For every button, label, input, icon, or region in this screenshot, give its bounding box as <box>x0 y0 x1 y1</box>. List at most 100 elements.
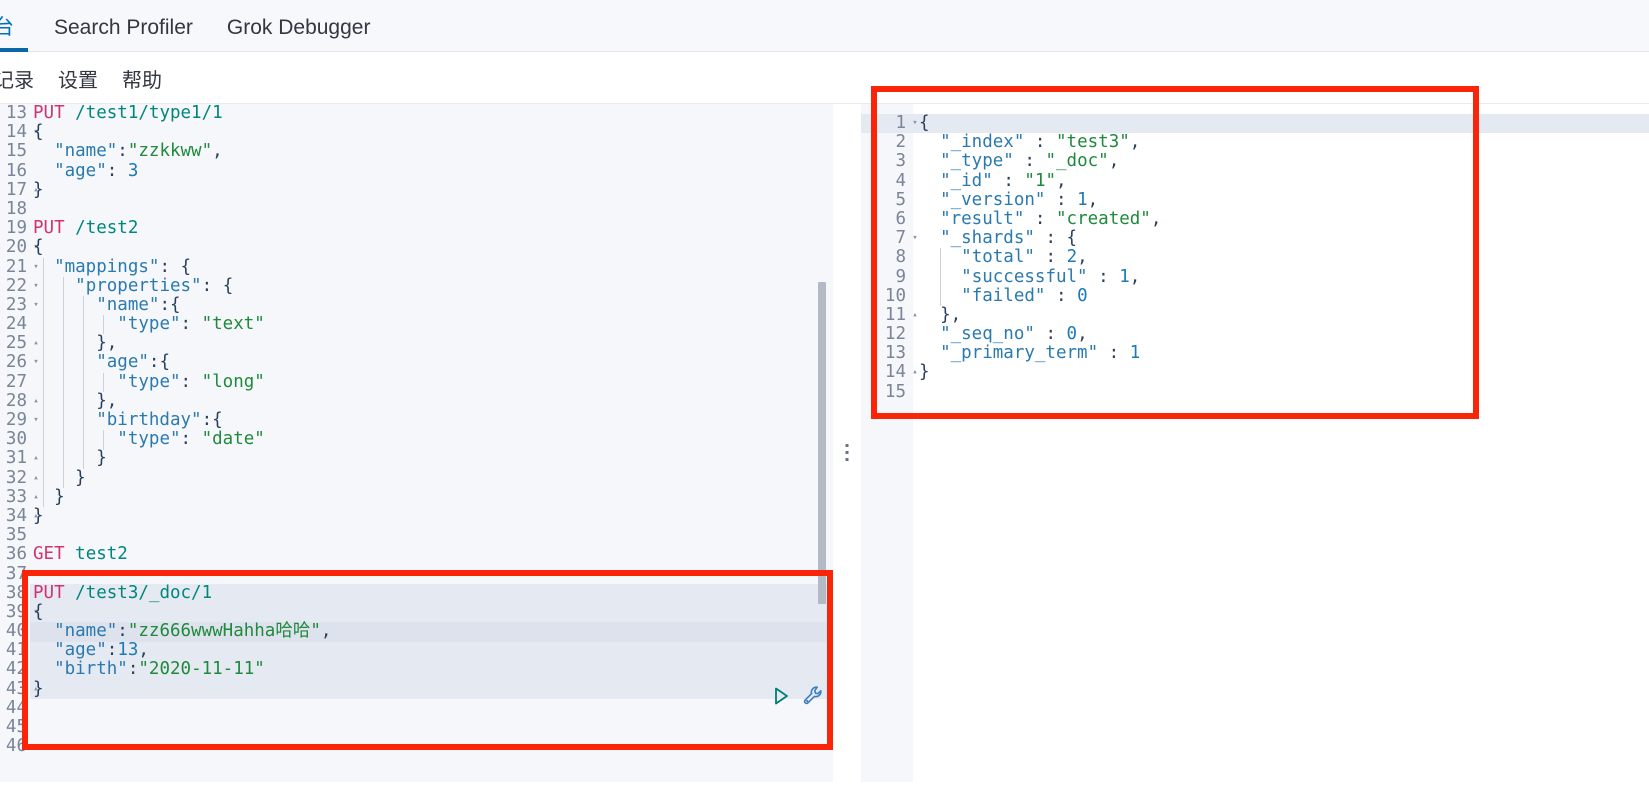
line-number: 4 <box>895 170 906 191</box>
line-number: 46 <box>5 736 27 757</box>
line-number: 21 ▾ <box>0 257 39 277</box>
menu-item-settings[interactable]: 设置 <box>58 64 98 93</box>
line-number: 14 ▴ <box>861 363 918 382</box>
code-line: "birth":"2020-11-11" <box>54 659 265 680</box>
console-menu-list: 史记录 设置 帮助 <box>0 52 1649 104</box>
line-number: 45 <box>5 717 27 737</box>
play-icon[interactable] <box>770 685 792 707</box>
line-number: 12 <box>884 324 906 345</box>
request-code-body[interactable]: PUT /test1/type1/1{ "name":"zzkkww", "ag… <box>33 104 833 786</box>
code-line: "properties": { <box>75 275 234 296</box>
code-line: "failed" : 0 <box>961 285 1088 306</box>
line-number: 32 ▴ <box>0 468 39 488</box>
code-line: }, <box>96 333 118 354</box>
line-number: 17 ▴ <box>0 180 39 200</box>
code-line: } <box>33 179 44 200</box>
response-code-body[interactable]: { "_index" : "test3", "_type" : "_doc", … <box>919 113 1649 402</box>
code-line: "_type" : "_doc", <box>940 151 1120 172</box>
code-line: }, <box>940 304 962 325</box>
line-number: 5 <box>895 189 906 210</box>
code-line: "name":"zzkkww", <box>54 141 223 162</box>
code-line: } <box>75 467 86 488</box>
code-line: "mappings": { <box>54 256 192 277</box>
response-line-number-gutter: 1 ▾ 2 3 4 5 6 7 ▾ 8 9 10 11 ▴ 12 13 14 ▴ 15 <box>861 113 918 402</box>
code-line: { <box>33 237 44 258</box>
indent-guide <box>63 276 64 488</box>
line-number: 22 ▾ <box>0 276 39 296</box>
request-line-number-gutter: 13 14 ▾ 15 16 17 ▴ 18 19 20 ▾ 21 ▾ 22 ▾ 23 ▾ 24 25 ▴ 26 ▾ 27 28… <box>0 104 39 786</box>
code-line: "result" : "created", <box>940 208 1162 229</box>
line-number: 27 <box>5 371 27 392</box>
line-number: 9 <box>895 266 906 287</box>
code-line: }, <box>96 390 118 411</box>
line-number: 23 ▾ <box>0 295 39 315</box>
grip-dot <box>845 451 849 454</box>
line-number: 16 <box>5 160 27 181</box>
code-line: "_id" : "1", <box>940 170 1067 191</box>
tab-grok-debugger[interactable]: Grok Debugger <box>227 17 393 52</box>
menu-item-history[interactable]: 史记录 <box>0 64 34 93</box>
tab-search-profiler[interactable]: Search Profiler <box>54 17 215 52</box>
code-line: "age":13, <box>54 640 149 661</box>
code-line: "type": "text" <box>117 314 265 335</box>
code-line: { <box>919 113 930 133</box>
line-number: 30 <box>5 429 27 450</box>
code-line: "_seq_no" : 0, <box>940 324 1088 345</box>
code-line: PUT /test2 <box>33 218 139 239</box>
code-line: } <box>33 505 44 526</box>
code-line: "birthday":{ <box>96 410 223 430</box>
code-line: "type": "long" <box>117 371 265 392</box>
code-line: PUT /test1/type1/1 <box>33 104 223 123</box>
tab-list: 制台 Search Profiler Grok Debugger <box>0 0 1649 53</box>
tab-console[interactable]: 制台 <box>0 16 42 53</box>
code-line: "_index" : "test3", <box>940 132 1141 153</box>
line-number: 2 <box>895 132 906 153</box>
line-number: 8 <box>895 247 906 268</box>
code-line: "type": "date" <box>117 429 265 450</box>
panel-resize-handle[interactable] <box>833 104 861 786</box>
menu-item-help[interactable]: 帮助 <box>122 64 162 93</box>
code-line: } <box>96 448 107 469</box>
indent-guide <box>103 372 104 392</box>
line-number: 1 ▾ <box>861 113 917 133</box>
code-line: "successful" : 1, <box>961 266 1141 287</box>
line-number: 40 <box>5 621 27 642</box>
line-number: 6 <box>895 208 906 229</box>
code-line: PUT /test3/_doc/1 <box>33 582 213 603</box>
request-editor[interactable]: 13 14 ▾ 15 16 17 ▴ 18 19 20 ▾ 21 ▾ 22 ▾ 23 ▾ 24 25 ▴ 26 ▾ 27 28… <box>0 104 833 786</box>
line-number: 28 ▴ <box>0 391 39 411</box>
code-line: { <box>33 122 44 143</box>
code-line: "age": 3 <box>54 160 139 181</box>
code-line: "name":{ <box>96 294 181 315</box>
indent-guide <box>43 257 44 508</box>
line-number: 44 <box>5 697 27 718</box>
line-number: 13 <box>5 104 27 123</box>
tab-console-label: 制台 <box>0 16 14 39</box>
request-scrollbar-thumb[interactable] <box>818 282 826 604</box>
code-line: "age":{ <box>96 352 170 373</box>
grip-dot <box>845 444 849 447</box>
line-number: 41 <box>5 640 27 661</box>
dev-tools-tab-bar: 制台 Search Profiler Grok Debugger <box>0 0 1649 53</box>
response-editor[interactable]: 1 ▾ 2 3 4 5 6 7 ▾ 8 9 10 11 ▴ 12 13 14 ▴ 15 { "_index" : "… <box>861 104 1649 786</box>
line-number: 25 ▴ <box>0 334 39 353</box>
line-number: 26 ▾ <box>0 353 39 372</box>
code-line: } <box>33 678 44 699</box>
code-line: "total" : 2, <box>961 247 1088 268</box>
menu-item-settings-label: 设置 <box>58 69 98 92</box>
code-line: "_shards" : { <box>940 228 1078 249</box>
line-number: 37 <box>5 563 27 584</box>
line-number: 15 <box>884 381 906 402</box>
indent-guide <box>940 248 941 306</box>
bottom-edge <box>0 782 1649 786</box>
console-menu-bar: 史记录 设置 帮助 <box>0 52 1649 104</box>
line-number: 20 ▾ <box>0 238 39 257</box>
line-number: 3 <box>895 151 906 172</box>
line-number: 11 ▴ <box>861 305 918 325</box>
line-number: 35 <box>5 525 27 546</box>
code-line: "_primary_term" : 1 <box>940 343 1141 364</box>
